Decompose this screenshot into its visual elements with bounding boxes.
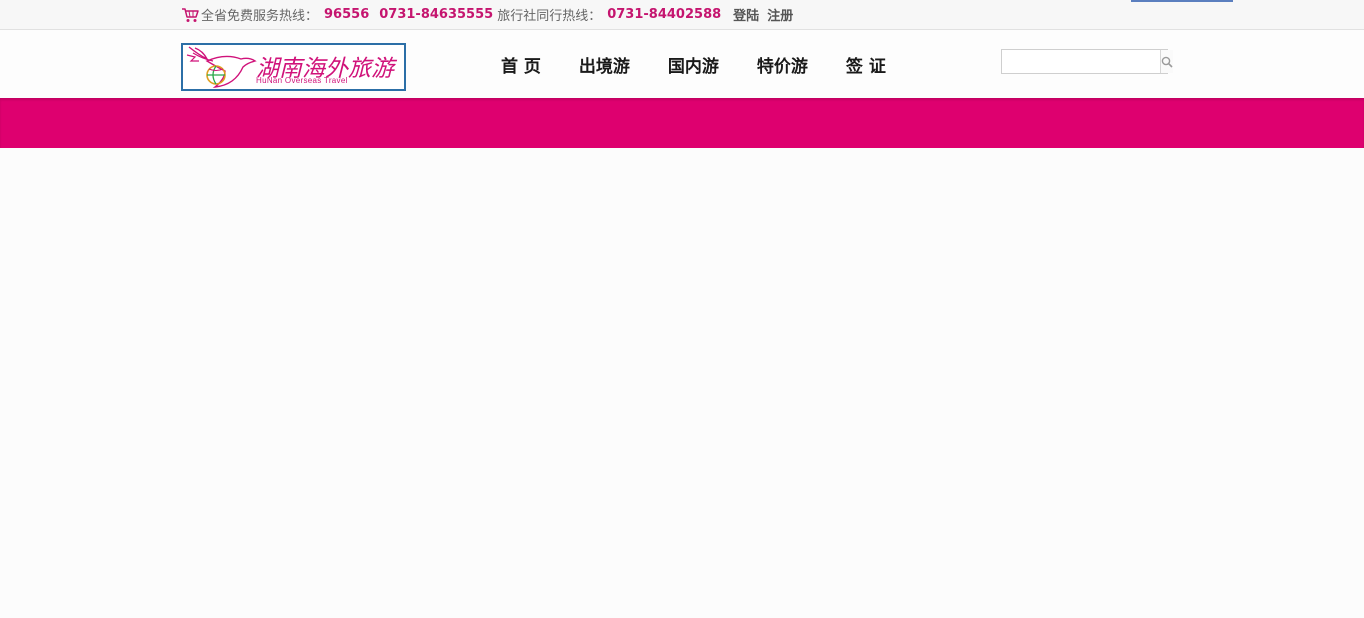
register-link[interactable]: 注册 <box>767 5 793 24</box>
search-box <box>1001 49 1173 74</box>
hotline-short-number: 96556 <box>324 7 370 22</box>
site-header: 湖南海外旅游 HuNan Overseas Travel 首 页 出境游 国内游… <box>0 30 1364 98</box>
hotline-label: 全省免费服务热线： <box>201 9 319 24</box>
search-input[interactable] <box>1002 50 1160 73</box>
nav-item-domestic-tours[interactable]: 国内游 <box>668 52 719 77</box>
nav-item-visa[interactable]: 签 证 <box>846 52 886 77</box>
dove-globe-icon <box>185 45 257 89</box>
nav-item-discount-tours[interactable]: 特价游 <box>757 52 808 77</box>
nav-item-home[interactable]: 首 页 <box>501 52 541 77</box>
search-button[interactable] <box>1160 50 1173 73</box>
hotline-strip: 全省免费服务热线： 96556 0731-84635555 旅行社同行热线： 0… <box>181 0 793 29</box>
logo-subtitle: HuNan Overseas Travel <box>256 76 348 85</box>
login-link[interactable]: 登陆 <box>733 5 759 24</box>
main-nav: 首 页 出境游 国内游 特价游 签 证 <box>501 52 886 77</box>
hotline-number: 0731-84635555 <box>379 7 494 22</box>
top-bar: 全省免费服务热线： 96556 0731-84635555 旅行社同行热线： 0… <box>0 0 1364 30</box>
accent-banner-band <box>0 98 1364 148</box>
magnifier-icon <box>1161 56 1173 68</box>
agency-hotline-label: 旅行社同行热线： <box>497 9 602 24</box>
shopping-cart-icon <box>181 7 199 23</box>
agency-hotline-number: 0731-84402588 <box>607 7 722 22</box>
nav-item-outbound-tours[interactable]: 出境游 <box>579 52 630 77</box>
main-content-area <box>0 148 1364 618</box>
site-logo[interactable]: 湖南海外旅游 HuNan Overseas Travel <box>181 43 406 91</box>
top-right-tab <box>1131 0 1233 2</box>
